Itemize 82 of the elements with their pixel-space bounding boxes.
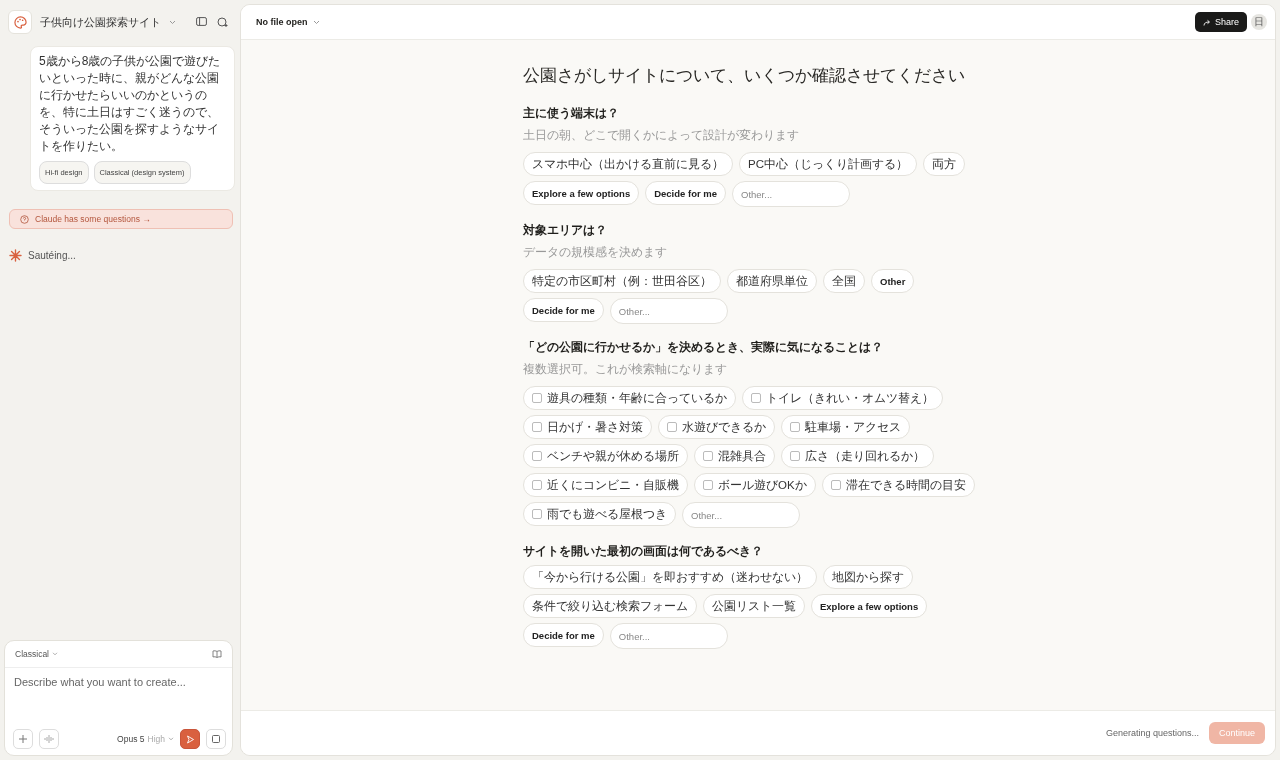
option-chip[interactable]: ボール遊びOKか: [694, 473, 816, 497]
file-dropdown[interactable]: No file open: [256, 17, 320, 27]
checkbox[interactable]: [751, 393, 761, 403]
option-chip[interactable]: 条件で絞り込む検索フォーム: [523, 594, 697, 618]
waveform-icon: [44, 735, 54, 743]
option-chip[interactable]: Explore a few options: [523, 181, 640, 205]
stop-button[interactable]: [206, 729, 226, 749]
checkbox[interactable]: [532, 451, 542, 461]
checkbox[interactable]: [532, 480, 542, 490]
chevron-down-icon[interactable]: [52, 652, 58, 656]
option-chip[interactable]: Other: [871, 269, 915, 293]
option-chip[interactable]: ベンチや親が休める場所: [523, 444, 688, 468]
option-chip[interactable]: 「今から行ける公園」を即おすすめ（迷わせない）: [523, 565, 817, 589]
option-chip[interactable]: 遊具の種類・年齢に合っているか: [523, 386, 736, 410]
question-icon: [20, 214, 29, 224]
chevron-down-icon[interactable]: [169, 19, 176, 25]
chevron-down-icon: [168, 737, 174, 741]
option-chip[interactable]: 滞在できる時間の目安: [821, 473, 975, 497]
style-dropdown[interactable]: Classical: [15, 649, 49, 659]
other-input-field[interactable]: Other...: [682, 502, 800, 528]
form-title: 公園さがしサイトについて、いくつか確認させてください: [523, 65, 966, 87]
checkbox[interactable]: [667, 422, 677, 432]
option-chip[interactable]: トイレ（きれい・オムツ替え）: [742, 386, 943, 410]
checkbox[interactable]: [532, 509, 542, 519]
send-icon: [185, 734, 195, 744]
option-chip[interactable]: 日かげ・暑さ対策: [523, 415, 652, 439]
palette-icon[interactable]: [8, 10, 32, 34]
user-avatar[interactable]: 日: [1251, 14, 1267, 30]
project-title[interactable]: 子供向け公園探索サイト: [40, 14, 161, 30]
share-arrow-icon: [1202, 18, 1211, 26]
banner-text: Claude has some questions →: [35, 214, 151, 224]
option-chip[interactable]: 全国: [823, 269, 865, 293]
status-text: Sautéing...: [28, 250, 76, 261]
voice-button[interactable]: [39, 729, 59, 749]
model-selector[interactable]: Opus 5 High: [117, 734, 174, 744]
option-chip[interactable]: 都道府県単位: [727, 269, 817, 293]
checkbox[interactable]: [830, 480, 841, 490]
checkbox[interactable]: [703, 480, 713, 490]
question-title: 「どの公園に行かせるか」を決めるとき、実際に気になることは？: [523, 340, 884, 355]
option-chip[interactable]: 公園リスト一覧: [703, 594, 805, 618]
questions-banner[interactable]: Claude has some questions →: [9, 209, 233, 229]
plus-icon: [19, 735, 27, 743]
option-chip[interactable]: PC中心（じっくり計画する）: [739, 152, 917, 176]
option-chip[interactable]: Decide for me: [645, 181, 726, 205]
option-chip[interactable]: Explore a few options: [811, 594, 928, 618]
send-button[interactable]: [180, 729, 200, 749]
question-title: サイトを開いた最初の画面は何であるべき？: [523, 544, 764, 559]
option-chip[interactable]: 駐車場・アクセス: [781, 415, 910, 439]
prompt-input-field[interactable]: Describe what you want to create...: [5, 668, 232, 696]
other-input-field[interactable]: Other...: [609, 298, 728, 324]
option-chip[interactable]: Decide for me: [523, 298, 604, 322]
question-hint: 複数選択可。これが検索軸になります: [523, 361, 728, 378]
option-chip[interactable]: 水遊びできるか: [658, 415, 775, 439]
question-hint: 土日の朝、どこで開くかによって設計が変わります: [523, 127, 800, 144]
add-button[interactable]: [13, 729, 33, 749]
spark-icon: [9, 249, 22, 262]
status-text: Generating questions...: [1105, 728, 1199, 738]
share-button[interactable]: Share: [1194, 12, 1247, 32]
checkbox[interactable]: [532, 422, 542, 432]
checkbox[interactable]: [532, 393, 542, 403]
other-input-field[interactable]: Other...: [732, 181, 850, 207]
checkbox[interactable]: [790, 451, 800, 461]
option-chip[interactable]: Decide for me: [523, 623, 604, 647]
question-title: 対象エリアは？: [523, 223, 608, 238]
option-chip[interactable]: 両方: [923, 152, 965, 176]
message-text: 5歳から8歳の子供が公園で遊びたいといった時に、親がどんな公園に行かせたらいいのかというのを、特に土日はすごく迷うので、そういった公園を探すようなサイトを作りたい。: [39, 54, 221, 153]
option-chip[interactable]: スマホ中心（出かける直前に見る）: [523, 152, 733, 176]
checkbox[interactable]: [703, 451, 713, 461]
option-chip[interactable]: 近くにコンビニ・自販機: [523, 473, 688, 497]
option-chip[interactable]: 特定の市区町村（例：世田谷区）: [523, 269, 721, 293]
option-chip[interactable]: 雨でも遊べる屋根つき: [523, 502, 676, 526]
option-chip[interactable]: 地図から探す: [823, 565, 913, 589]
book-icon[interactable]: [212, 650, 222, 658]
checkbox[interactable]: [790, 422, 800, 432]
option-chip[interactable]: 広さ（走り回れるか）: [781, 444, 934, 468]
other-input-field[interactable]: Other...: [609, 623, 728, 649]
option-chip[interactable]: 混雑具合: [694, 444, 775, 468]
question-hint: データの規模感を決めます: [523, 244, 668, 261]
square-icon: [212, 735, 220, 743]
chevron-down-icon: [312, 19, 320, 25]
question-title: 主に使う端末は？: [523, 106, 620, 121]
sidebar-toggle-icon[interactable]: [196, 16, 207, 26]
